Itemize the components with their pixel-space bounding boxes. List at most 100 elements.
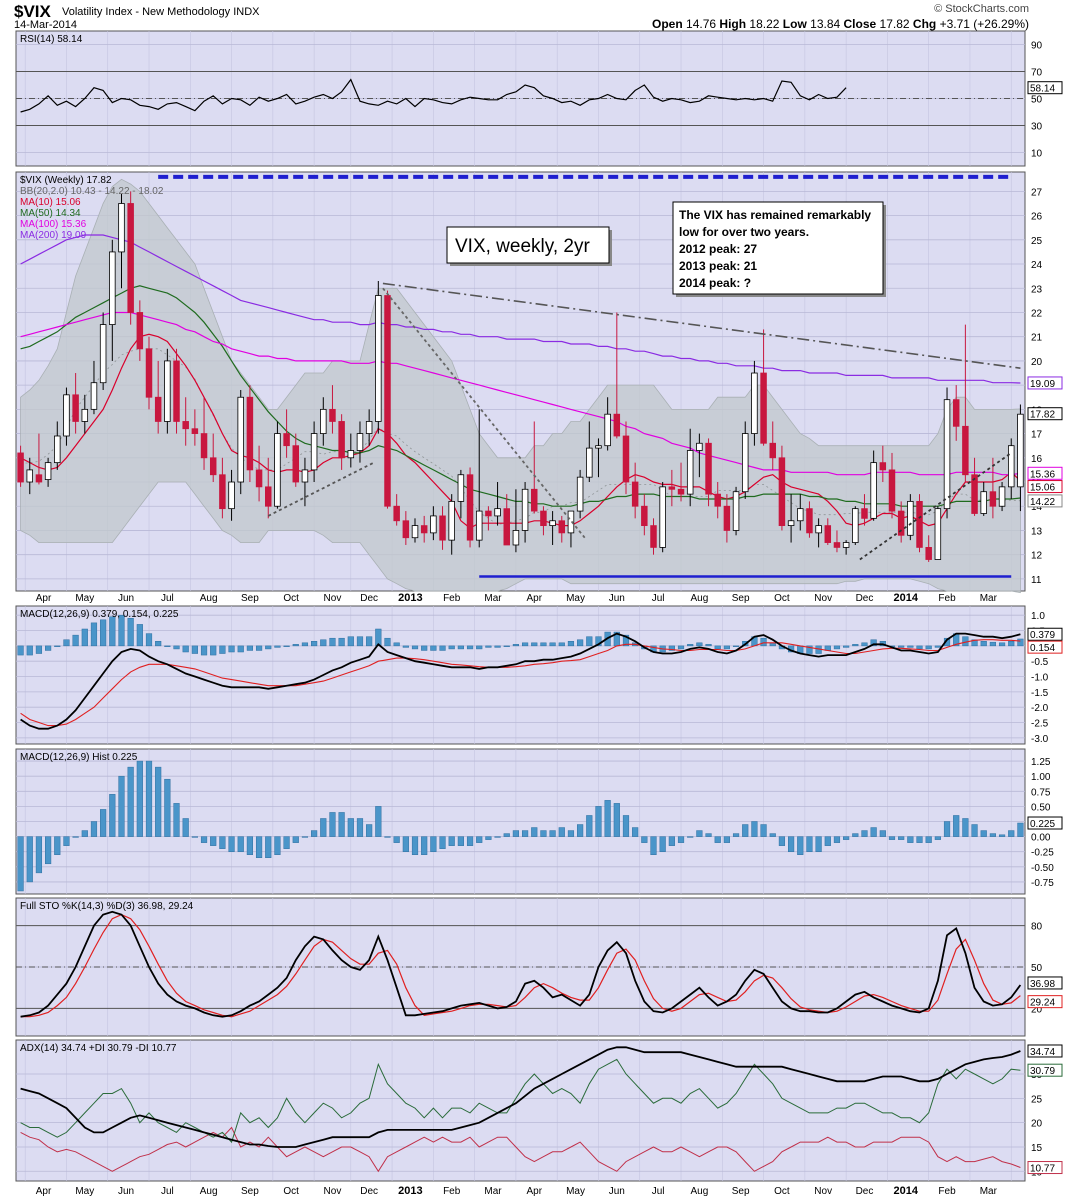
macd-hist-bar — [723, 645, 730, 650]
hist-bar — [531, 827, 538, 837]
price-x-label: Jun — [118, 593, 134, 604]
hist-bar — [604, 800, 611, 837]
candle-body — [72, 394, 79, 422]
candle-body — [641, 505, 648, 527]
candle-body — [980, 491, 987, 514]
macd-hist-bar — [54, 645, 61, 647]
candle-body — [934, 508, 942, 560]
candle-body — [760, 372, 767, 444]
hist-bar — [595, 806, 602, 837]
candle-body — [439, 515, 446, 541]
price-legend: MA(100) 15.36 — [20, 219, 87, 230]
hist-bar — [411, 836, 419, 855]
macd-hist-bar — [402, 645, 409, 648]
macd-hist-bar — [127, 618, 134, 647]
macd-hist-bar — [347, 636, 354, 647]
macd_hist-tick-label: -0.75 — [1031, 878, 1054, 889]
macd-hist-bar — [338, 637, 345, 647]
note-annotation-line: 2012 peak: 27 — [679, 242, 757, 256]
candle-body — [833, 542, 841, 548]
price-x-label: Oct — [774, 593, 790, 604]
hist-bar — [586, 815, 593, 837]
hist-bar — [494, 836, 501, 838]
macd-hist-bar — [567, 641, 575, 647]
hist-bar — [228, 836, 235, 852]
hist-bar — [668, 836, 675, 846]
price-tick-label: 16 — [1031, 454, 1043, 465]
adx-x-label: 2014 — [894, 1185, 919, 1197]
macd-hist-bar — [521, 642, 529, 647]
candle-body — [907, 500, 914, 536]
adx-x-label: Oct — [774, 1186, 790, 1197]
rsi-last-label: 58.14 — [1030, 84, 1055, 95]
candle-body — [246, 396, 254, 471]
macd-hist-bar — [466, 645, 474, 650]
macd-hist-bar — [393, 642, 400, 647]
candle-body — [943, 399, 951, 510]
hist-bar — [742, 824, 749, 837]
macd-hist-bar — [448, 645, 455, 650]
macd_hist-legend: MACD(12,26,9) Hist 0.225 — [20, 752, 138, 763]
hist-bar — [90, 821, 98, 837]
adx-x-label: May — [75, 1186, 94, 1197]
price-x-label: Nov — [324, 593, 342, 604]
macd-tick-label: 1.0 — [1031, 611, 1045, 622]
macd-hist-bar — [843, 645, 850, 648]
hist-bar — [292, 836, 299, 843]
macd-hist-bar — [1008, 641, 1015, 647]
price-legend: BB(20,2.0) 10.43 - 14.22 - 18.02 — [20, 186, 164, 197]
hist-bar — [127, 766, 134, 837]
hist-bar — [953, 815, 960, 837]
price-x-label: 2014 — [894, 592, 919, 604]
candle-body — [558, 520, 566, 534]
macd-hist-bar — [356, 636, 364, 647]
candle-body — [228, 481, 235, 510]
candle-body — [127, 203, 134, 313]
candle-body — [173, 360, 180, 422]
candle-body — [200, 433, 208, 459]
price-legend: $VIX (Weekly) 17.82 — [20, 175, 112, 186]
price-tick-label: 25 — [1031, 236, 1043, 247]
hist-bar — [26, 836, 33, 883]
hist-bar — [714, 836, 721, 843]
hist-bar — [577, 824, 584, 837]
macd-hist-bar — [934, 645, 941, 648]
price-x-label: Dec — [856, 593, 874, 604]
price-x-label: Mar — [484, 593, 502, 604]
price-right-label: 14.22 — [1030, 497, 1055, 508]
macd-hist-bar — [677, 645, 685, 650]
candle-body — [384, 295, 391, 507]
macd_hist-tick-label: 0.75 — [1031, 787, 1051, 798]
candle-body — [512, 530, 520, 546]
adx-x-label: 2013 — [398, 1185, 422, 1197]
hist-bar — [72, 836, 79, 838]
price-x-label: Nov — [814, 593, 832, 604]
hist-bar — [191, 836, 198, 838]
macd-tick-label: -3.0 — [1031, 734, 1049, 745]
hist-bar — [1008, 830, 1015, 837]
macd_hist-tick-label: 1.00 — [1031, 772, 1051, 783]
adx-x-label: Jun — [609, 1186, 625, 1197]
macd-hist-bar — [17, 645, 24, 656]
hist-bar — [54, 836, 61, 855]
adx-x-label: Apr — [36, 1186, 52, 1197]
hist-bar — [888, 836, 896, 840]
candle-body — [44, 462, 52, 480]
adx-x-label: Nov — [814, 1186, 832, 1197]
adx-x-label: Sep — [732, 1186, 750, 1197]
candle-body — [503, 508, 510, 546]
price-x-label: May — [566, 593, 585, 604]
macd-tick-label: -2.5 — [1031, 719, 1049, 730]
hist-bar — [567, 830, 575, 837]
macd-hist-bar — [430, 645, 437, 651]
candle-body — [219, 474, 226, 510]
candle-body — [54, 435, 61, 464]
adx-x-label: Jul — [161, 1186, 174, 1197]
price-tick-label: 27 — [1031, 187, 1043, 198]
price-x-label: Jul — [652, 593, 665, 604]
macd-hist-bar — [439, 645, 446, 651]
hist-bar — [356, 818, 364, 837]
hist-bar — [677, 836, 685, 843]
hist-bar — [421, 836, 428, 855]
candle-body — [705, 442, 712, 495]
